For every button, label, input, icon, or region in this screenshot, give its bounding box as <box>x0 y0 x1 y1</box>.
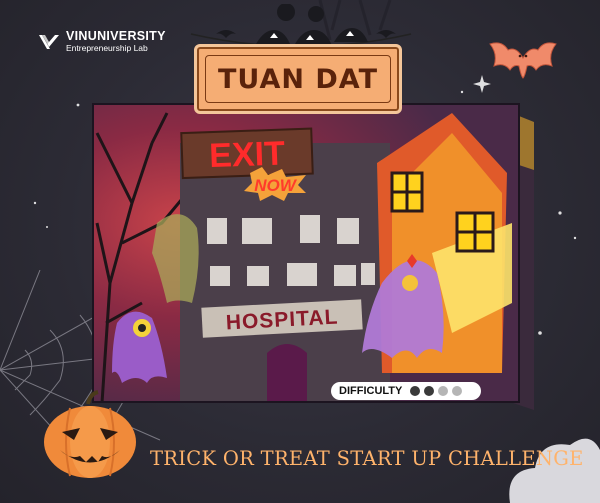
exit-sign-text: EXIT <box>209 135 286 176</box>
exit-sign: EXIT <box>180 127 314 180</box>
difficulty-meter: DIFFICULTY <box>331 382 481 400</box>
brand-subtitle: Entrepreneurship Lab <box>66 43 148 53</box>
difficulty-dot <box>424 386 435 396</box>
vinuni-logo: VINUNIVERSITY Entrepreneurship Lab <box>38 30 166 53</box>
difficulty-label: DIFFICULTY <box>339 385 403 397</box>
pumpkin-icon <box>44 390 136 478</box>
game-box-art: HOSPITAL EXIT NOW <box>92 103 520 403</box>
difficulty-dot <box>452 386 463 396</box>
bat-icon <box>489 42 557 79</box>
brand-name: VINUNIVERSITY <box>66 29 166 43</box>
difficulty-dot <box>410 386 421 396</box>
name-plate: TUAN DAT <box>194 44 402 114</box>
challenge-title: TRICK OR TREAT START UP CHALLENGE <box>150 447 584 470</box>
hospital-door <box>267 344 307 403</box>
difficulty-dot <box>438 386 449 396</box>
name-plate-frame: TUAN DAT <box>205 55 391 103</box>
star-icon <box>573 236 577 240</box>
player-name: TUAN DAT <box>217 63 379 95</box>
star-icon <box>460 90 464 94</box>
star-icon <box>76 103 80 107</box>
now-badge-text: NOW <box>254 176 298 195</box>
star-icon <box>46 226 48 228</box>
vinuni-logo-icon <box>39 34 59 49</box>
poster-canvas: VINUNIVERSITY Entrepreneurship Lab HOSPI… <box>0 0 600 503</box>
star-icon <box>558 211 562 215</box>
logo-text-group: VINUNIVERSITY Entrepreneurship Lab <box>66 29 166 54</box>
star-icon <box>538 331 542 335</box>
star-icon <box>33 201 37 205</box>
